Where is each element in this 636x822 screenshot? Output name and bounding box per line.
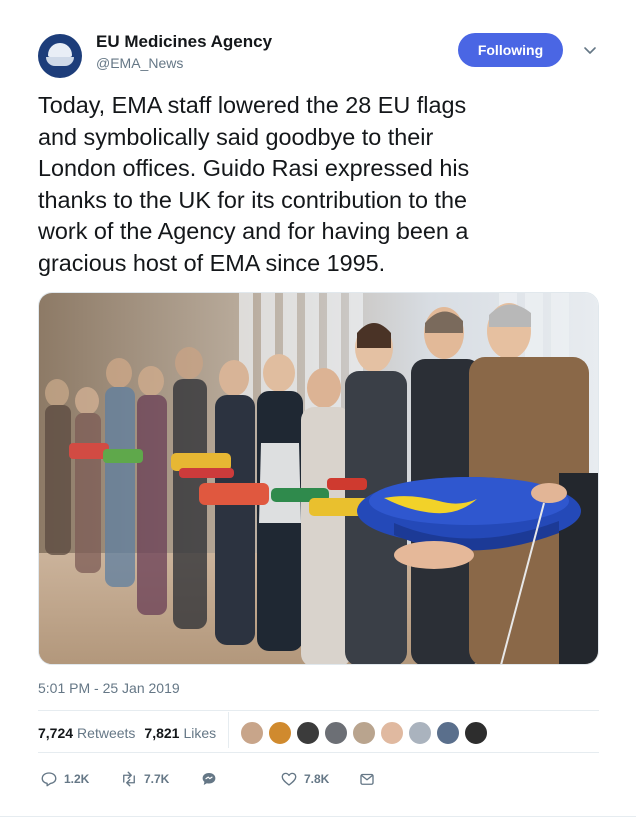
liker-avatars [240, 721, 492, 745]
tweet-text-line: work of the Agency and for having been a [38, 218, 469, 244]
liker-avatar[interactable] [408, 721, 432, 745]
likes-label[interactable]: Likes [183, 725, 216, 741]
liker-avatar[interactable] [296, 721, 320, 745]
author-name[interactable]: EU Medicines Agency [96, 32, 272, 52]
reply-button[interactable]: 1.2K [40, 767, 89, 791]
liker-avatar[interactable] [436, 721, 460, 745]
following-button[interactable]: Following [458, 33, 563, 67]
stats-separator [228, 712, 229, 748]
liker-avatar[interactable] [324, 721, 348, 745]
share-icon [360, 773, 374, 785]
divider [38, 752, 599, 753]
retweets-label[interactable]: Retweets [77, 725, 135, 741]
tweet-text: Today, EMA staff lowered the 28 EU flags… [38, 90, 598, 279]
retweet-button[interactable]: 7.7K [120, 767, 169, 791]
tweet-photo[interactable] [38, 292, 599, 665]
heart-icon [281, 772, 297, 786]
avatar-logo-dome [48, 43, 72, 57]
liker-avatar[interactable] [240, 721, 264, 745]
divider [38, 710, 599, 711]
tweet-text-line: Today, EMA staff lowered the 28 EU flags [38, 92, 467, 118]
liker-avatar[interactable] [464, 721, 488, 745]
reply-count: 1.2K [64, 772, 90, 786]
tweet-text-line: gracious host of EMA since 1995. [38, 249, 386, 276]
liker-avatar[interactable] [268, 721, 292, 745]
liker-avatar[interactable] [380, 721, 404, 745]
reply-icon [41, 772, 57, 787]
tweet-timestamp[interactable]: 5:01 PM - 25 Jan 2019 [38, 680, 180, 696]
liker-avatar[interactable] [352, 721, 376, 745]
tweet-text-line: and symbolically said goodbye to their [38, 123, 434, 150]
photo-illustration [39, 293, 598, 664]
like-button[interactable]: 7.8K [280, 767, 329, 791]
like-count: 7.8K [304, 772, 330, 786]
author-avatar[interactable] [38, 34, 82, 78]
card-bottom-border [0, 816, 636, 817]
tweet-text-line: thanks to the UK for its contribution to… [38, 186, 468, 213]
avatar-logo-base [46, 57, 74, 66]
retweet-icon [123, 771, 135, 787]
direct-message-icon [202, 773, 216, 785]
chevron-down-icon[interactable] [582, 42, 598, 58]
author-handle[interactable]: @EMA_News [96, 55, 183, 71]
tweet-text-line: London offices. Guido Rasi expressed his [38, 155, 470, 181]
retweet-count: 7.7K [144, 772, 170, 786]
retweets-count[interactable]: 7,724 [38, 725, 73, 741]
tweet-card: EU Medicines Agency @EMA_News Following … [0, 0, 636, 822]
direct-message-button[interactable] [200, 767, 224, 791]
engagement-stats: 7,724 Retweets 7,821 Likes [38, 725, 225, 741]
share-button[interactable] [358, 767, 382, 791]
likes-count[interactable]: 7,821 [144, 725, 179, 741]
